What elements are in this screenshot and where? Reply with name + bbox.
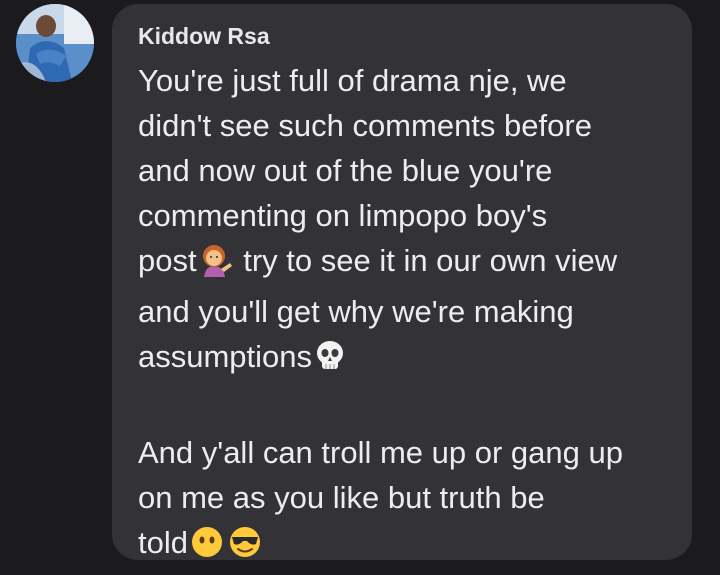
comment-bubble: Kiddow Rsa You're just full of drama nje…: [112, 4, 692, 560]
comment-author-name[interactable]: Kiddow Rsa: [138, 22, 668, 50]
comment-line: And y'all can troll me up or gang up: [138, 435, 623, 470]
comment-screen: Kiddow Rsa You're just full of drama nje…: [0, 0, 720, 575]
comment-text: try to see it in our own view: [234, 243, 618, 278]
skull-icon: [314, 339, 346, 385]
face-without-mouth-icon: [190, 525, 224, 571]
comment-line: You're just full of drama nje, we: [138, 63, 567, 98]
user-avatar[interactable]: [16, 4, 94, 82]
comment-text: post: [138, 243, 197, 278]
comment-text: assumptions: [138, 339, 313, 374]
comment-line: told: [138, 520, 668, 571]
smiling-face-with-sunglasses-icon: [228, 525, 262, 571]
comment-line: on me as you like but truth be: [138, 480, 545, 515]
comment-line: and now out of the blue you're: [138, 153, 553, 188]
woman-tipping-hand-icon: [199, 243, 233, 289]
comment-line: didn't see such comments before: [138, 108, 592, 143]
avatar-photo-icon: [16, 4, 94, 82]
comment-paragraph-1: You're just full of drama nje, we didn't…: [138, 58, 668, 385]
comment-line: commenting on limpopo boy's: [138, 198, 548, 233]
comment-line: and you'll get why we're making: [138, 294, 574, 329]
comment-line: assumptions: [138, 334, 668, 385]
comment-text: told: [138, 525, 188, 560]
comment-line: post try to see it in our own view: [138, 238, 668, 289]
comment-paragraph-2: And y'all can troll me up or gang up on …: [138, 430, 668, 571]
